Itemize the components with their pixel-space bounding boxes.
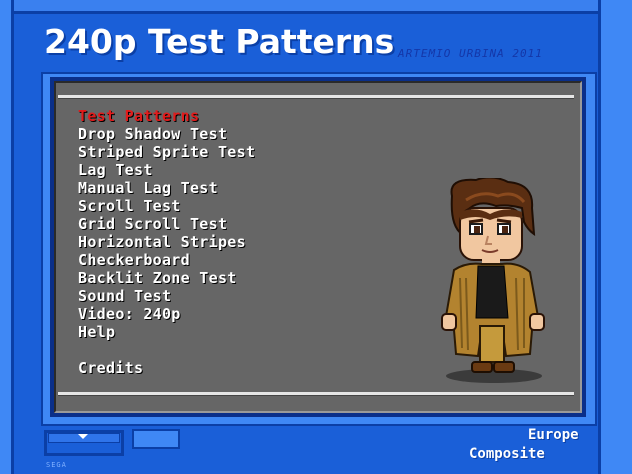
main-menu: Test Patterns Drop Shadow Test Striped S… [78,107,255,377]
menu-item-sound-test[interactable]: Sound Test [78,287,255,305]
down-arrow-icon [78,434,88,439]
character-sprite [441,178,545,383]
right-frame-border [598,0,632,474]
menu-item-manual-lag-test[interactable]: Manual Lag Test [78,179,255,197]
app-title: 240p Test Patterns [44,22,395,61]
menu-item-checkerboard[interactable]: Checkerboard [78,251,255,269]
bottom-divider [58,392,574,396]
menu-item-horizontal-stripes[interactable]: Horizontal Stripes [78,233,255,251]
footer-logo-text: SEGA [46,461,67,469]
left-frame-border [0,0,14,474]
video-signal-label: Composite [469,446,545,462]
menu-item-test-patterns[interactable]: Test Patterns [78,107,255,125]
menu-item-video-mode[interactable]: Video: 240p [78,305,255,323]
menu-item-drop-shadow-test[interactable]: Drop Shadow Test [78,125,255,143]
author-credit: ARTEMIO URBINA 2011 [398,47,543,60]
menu-item-help[interactable]: Help [78,323,255,341]
top-frame-strip [14,0,598,14]
menu-item-scroll-test[interactable]: Scroll Test [78,197,255,215]
top-divider [58,95,574,99]
menu-item-credits[interactable]: Credits [78,359,255,377]
region-label: Europe [528,427,579,443]
menu-item-backlit-zone-test[interactable]: Backlit Zone Test [78,269,255,287]
menu-item-lag-test[interactable]: Lag Test [78,161,255,179]
menu-item-grid-scroll-test[interactable]: Grid Scroll Test [78,215,255,233]
bottom-secondary-box [132,429,180,449]
menu-spacer [78,341,255,359]
menu-item-striped-sprite-test[interactable]: Striped Sprite Test [78,143,255,161]
